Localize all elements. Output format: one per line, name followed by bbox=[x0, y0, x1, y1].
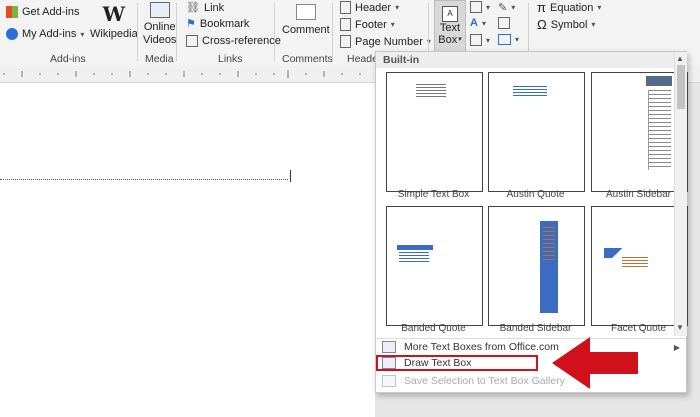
text-box-icon: A bbox=[442, 6, 458, 22]
store-icon bbox=[6, 6, 18, 18]
thumbnail-text bbox=[416, 84, 446, 98]
signature-line-button[interactable]: ✎ ▾ bbox=[498, 1, 515, 14]
gallery-scrollbar[interactable]: ▲ ▼ bbox=[674, 52, 687, 336]
thumbnail-text bbox=[543, 227, 555, 261]
chevron-down-icon: ▾ bbox=[80, 29, 85, 39]
quick-parts-button[interactable]: ▾ bbox=[470, 1, 490, 13]
chevron-down-icon: ▾ bbox=[458, 36, 462, 43]
video-icon bbox=[149, 2, 170, 18]
chevron-down-icon: ▾ bbox=[390, 20, 395, 29]
signature-icon: ✎ bbox=[498, 2, 508, 14]
text-box-label: Box ▾ bbox=[438, 34, 462, 46]
pi-icon: π bbox=[537, 0, 546, 15]
chevron-down-icon: ▾ bbox=[597, 3, 602, 12]
gallery-header: Built-in bbox=[376, 52, 686, 68]
footer-icon bbox=[340, 18, 351, 31]
wikipedia-button[interactable]: W Wikipedia bbox=[90, 2, 138, 40]
comment-button[interactable]: Comment bbox=[282, 2, 330, 36]
chevron-down-icon: ▾ bbox=[486, 35, 491, 45]
equation-button[interactable]: π Equation ▾ bbox=[537, 0, 601, 15]
link-icon: ⛓ bbox=[186, 2, 200, 14]
calendar-icon bbox=[498, 17, 510, 29]
drop-cap-icon bbox=[470, 34, 482, 46]
chevron-down-icon: ▾ bbox=[515, 35, 520, 44]
group-label-comments: Comments bbox=[282, 53, 333, 65]
thumbnail-text bbox=[622, 257, 648, 269]
bookmark-icon: ⚑ bbox=[186, 18, 196, 30]
tile-label: Banded Quote bbox=[401, 323, 466, 334]
page-number-icon bbox=[340, 35, 351, 48]
get-addins-button[interactable]: Get Add-ins bbox=[6, 6, 79, 18]
cross-reference-icon bbox=[186, 35, 198, 47]
thumbnail-text bbox=[399, 252, 429, 262]
tile-austin-quote[interactable] bbox=[488, 72, 585, 192]
page-number-button[interactable]: Page Number ▾ bbox=[340, 35, 431, 48]
divider bbox=[176, 3, 177, 61]
link-button[interactable]: ⛓ Link bbox=[186, 1, 224, 15]
header-button[interactable]: Header ▾ bbox=[340, 1, 399, 14]
tile-label: Simple Text Box bbox=[397, 189, 470, 200]
tile-label: Banded Sidebar bbox=[499, 323, 572, 334]
text-boundary-line bbox=[0, 179, 288, 180]
addins-icon bbox=[6, 28, 18, 40]
bookmark-button[interactable]: ⚑ Bookmark bbox=[186, 17, 249, 31]
thumbnail-band bbox=[397, 245, 433, 250]
ruler-ticks bbox=[3, 70, 361, 78]
online-videos-button[interactable]: Online Videos bbox=[143, 2, 176, 46]
wordart-icon: A bbox=[470, 17, 478, 29]
wikipedia-icon: W bbox=[102, 2, 126, 26]
document-page[interactable] bbox=[0, 83, 375, 417]
draw-text-box-icon bbox=[382, 357, 396, 369]
group-label-addins: Add-ins bbox=[50, 53, 86, 65]
save-gallery-icon bbox=[382, 375, 396, 387]
tile-banded-quote[interactable] bbox=[386, 206, 483, 326]
tile-label: Austin Quote bbox=[506, 189, 565, 200]
cross-reference-button[interactable]: Cross-reference bbox=[186, 35, 281, 47]
footer-button[interactable]: Footer ▾ bbox=[340, 18, 395, 31]
omega-icon: Ω bbox=[537, 17, 547, 32]
scroll-thumb[interactable] bbox=[677, 65, 685, 109]
tile-simple-text-box[interactable] bbox=[386, 72, 483, 192]
divider bbox=[332, 3, 333, 61]
scroll-up-arrow[interactable]: ▲ bbox=[676, 54, 684, 63]
chevron-right-icon: ▶ bbox=[673, 342, 680, 352]
my-addins-button[interactable]: My Add-ins ▾ bbox=[6, 28, 84, 40]
chevron-down-icon: ▾ bbox=[591, 20, 596, 29]
thumbnail-sidebar bbox=[646, 76, 672, 86]
text-cursor bbox=[290, 170, 291, 182]
draw-text-box-item[interactable]: Draw Text Box bbox=[376, 355, 538, 371]
thumbnail-text bbox=[513, 86, 547, 96]
quick-parts-icon bbox=[470, 1, 482, 13]
drop-cap-button[interactable]: ▾ bbox=[470, 34, 490, 46]
divider bbox=[274, 3, 275, 61]
thumbnail-text bbox=[648, 90, 671, 170]
date-time-button[interactable] bbox=[498, 17, 510, 29]
scroll-down-arrow[interactable]: ▼ bbox=[676, 323, 684, 332]
chevron-down-icon: ▾ bbox=[511, 3, 516, 12]
chevron-down-icon: ▾ bbox=[486, 2, 491, 12]
symbol-button[interactable]: Ω Symbol ▾ bbox=[537, 17, 595, 32]
divider bbox=[137, 3, 138, 61]
wordart-button[interactable]: A ▾ bbox=[470, 17, 486, 29]
text-box-button[interactable]: A Text Box ▾ bbox=[434, 0, 466, 52]
save-selection-item: Save Selection to Text Box Gallery bbox=[382, 375, 565, 387]
group-label-links: Links bbox=[218, 53, 243, 65]
chevron-down-icon: ▾ bbox=[481, 18, 486, 28]
chevron-down-icon: ▾ bbox=[395, 3, 400, 12]
office-icon bbox=[382, 341, 396, 353]
object-button[interactable]: ▾ bbox=[498, 34, 519, 45]
object-icon bbox=[498, 34, 511, 45]
comment-icon bbox=[295, 4, 316, 20]
header-icon bbox=[340, 1, 351, 14]
group-label-media: Media bbox=[145, 53, 174, 65]
tile-banded-sidebar[interactable] bbox=[488, 206, 585, 326]
red-arrow-annotation bbox=[552, 337, 638, 389]
gallery-title: Built-in bbox=[383, 54, 420, 66]
